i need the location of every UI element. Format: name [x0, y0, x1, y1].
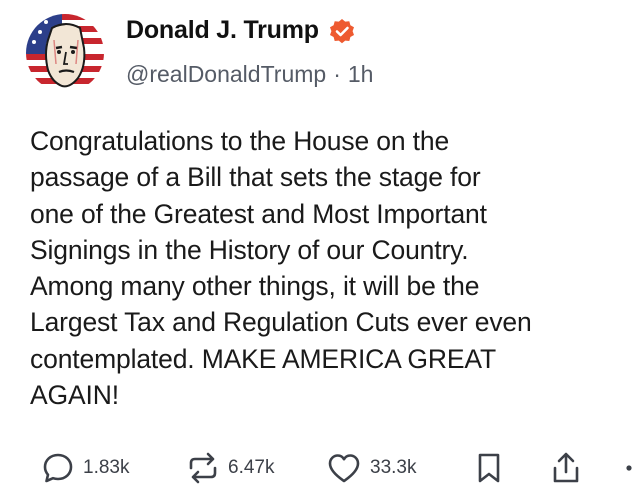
- reply-count: 1.83k: [83, 457, 130, 478]
- meta-separator: ·: [333, 61, 341, 87]
- post-timestamp[interactable]: 1h: [348, 61, 374, 87]
- verified-badge-icon: [330, 19, 354, 44]
- author-handle[interactable]: @realDonaldTrump: [126, 61, 326, 87]
- more-icon: [626, 465, 632, 471]
- post-card: Donald J. Trump @realDonaldTrump · 1h Cong…: [0, 0, 640, 503]
- author-display-name[interactable]: Donald J. Trump: [126, 16, 319, 45]
- like-icon: [328, 454, 360, 483]
- bookmark-button[interactable]: [476, 448, 502, 488]
- more-button[interactable]: [622, 448, 636, 488]
- repost-button[interactable]: 6.47k: [186, 448, 274, 488]
- repost-count: 6.47k: [228, 457, 275, 478]
- author-meta: @realDonaldTrump · 1h: [126, 61, 373, 88]
- like-count: 33.3k: [370, 457, 417, 478]
- share-icon: [553, 452, 579, 483]
- post-text: Congratulations to the House on the pass…: [30, 126, 532, 411]
- repost-icon: [189, 452, 217, 484]
- action-bar: 1.83k 6.47k 33.3k: [0, 448, 640, 488]
- avatar[interactable]: [26, 14, 104, 92]
- like-button[interactable]: 33.3k: [326, 448, 416, 488]
- share-button[interactable]: [550, 448, 582, 488]
- reply-icon: [43, 453, 73, 483]
- bookmark-icon: [478, 453, 500, 483]
- avatar-portrait-icon: [26, 14, 104, 92]
- reply-button[interactable]: 1.83k: [41, 448, 129, 488]
